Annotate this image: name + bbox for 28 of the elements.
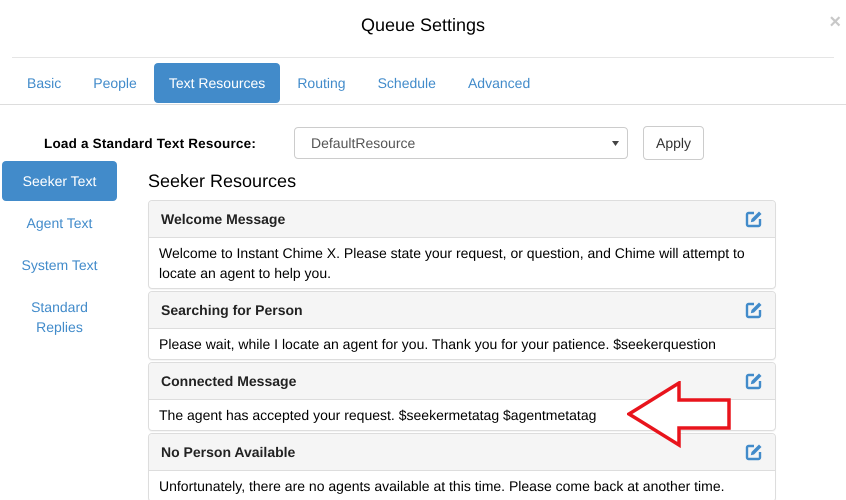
caret-icon [612, 140, 619, 146]
section-heading: Seeker Resources [148, 170, 298, 192]
sidebar-item[interactable]: Seeker Text [2, 161, 117, 201]
load-label: Load a Standard Text Resource: [44, 136, 258, 150]
message-text: Welcome to Instant Chime X. Please state your request, or question, and Chime will attempt to locate an agent to help you. [158, 244, 746, 283]
panel-title: Searching for Person [161, 302, 303, 318]
tab[interactable]: Advanced [452, 63, 546, 105]
panel-title: No Person Available [161, 444, 296, 460]
edit-icon[interactable] [744, 210, 763, 228]
edit-icon[interactable] [744, 442, 763, 462]
edit-icon[interactable] [744, 372, 763, 390]
sidebar-item[interactable]: Standard Replies [2, 287, 117, 347]
message-text: Please wait, while I locate an agent for you. Thank you for your patience. $seekerquestion [158, 335, 717, 354]
dialog-title: Queue Settings [360, 14, 486, 37]
tab[interactable]: People [78, 63, 152, 105]
sidebar-item[interactable]: System Text [2, 245, 117, 285]
edit-icon[interactable] [744, 300, 763, 320]
tab[interactable]: Schedule [362, 63, 451, 105]
message-text: The agent has accepted your request. $seekermetatag $agentmetatag [158, 406, 598, 425]
panel-title: Welcome Message [161, 211, 286, 227]
tab[interactable]: Routing [282, 63, 361, 105]
tab[interactable]: Basic [12, 63, 76, 105]
tab[interactable]: Text Resources [154, 63, 280, 103]
sidebar-item[interactable]: Agent Text [2, 203, 117, 243]
apply-button[interactable]: Apply [643, 126, 704, 160]
panel-title: Connected Message [161, 373, 296, 389]
message-text: Unfortunately, there are no agents available at this time. Please come back at another time. [158, 477, 726, 496]
resource-dropdown[interactable]: DefaultResource [294, 127, 628, 159]
